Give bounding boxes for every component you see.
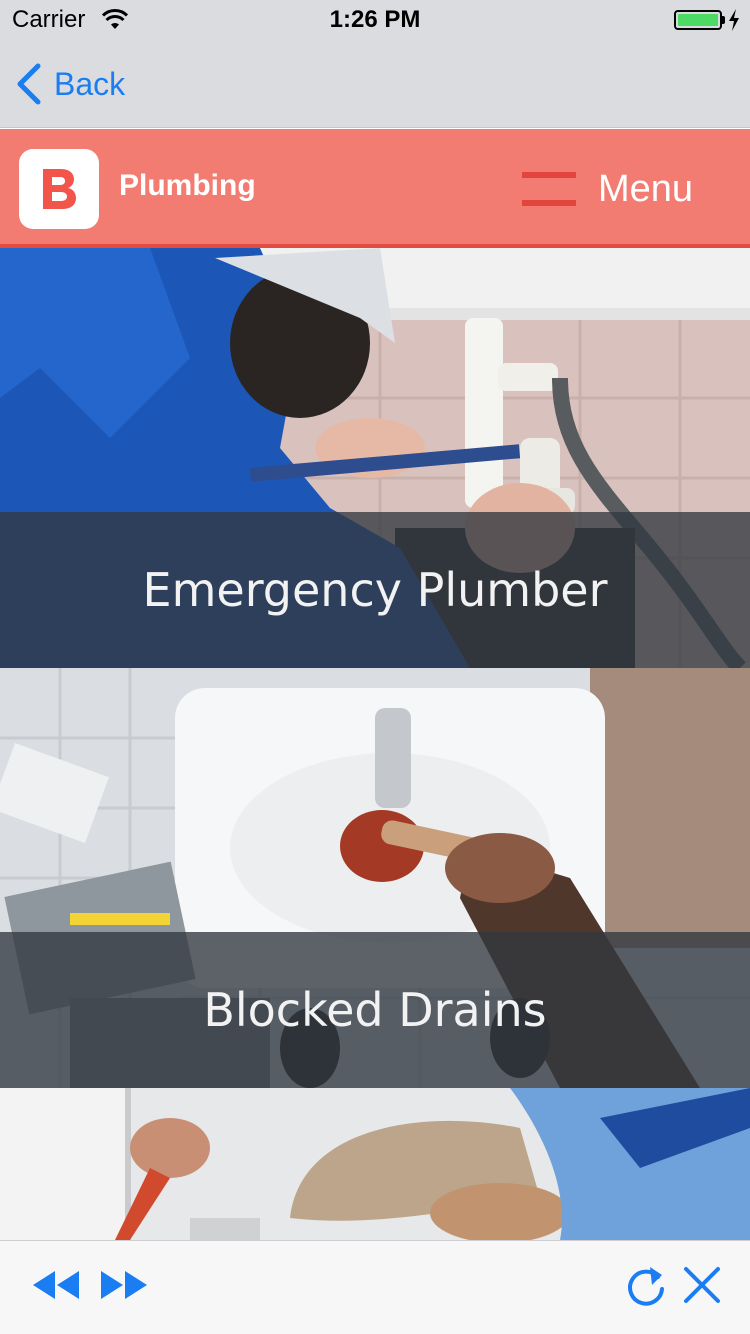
back-button[interactable]: Back xyxy=(14,60,125,108)
chevron-left-icon xyxy=(17,63,41,105)
menu-button[interactable]: Menu xyxy=(522,165,693,213)
rewind-icon xyxy=(33,1271,79,1299)
tile-caption-bar: Emergency Plumber xyxy=(0,512,750,668)
status-bar: Carrier 1:26 PM xyxy=(0,0,750,40)
back-label: Back xyxy=(54,65,126,102)
tile-label: Blocked Drains xyxy=(203,983,547,1037)
refresh-button[interactable] xyxy=(624,1261,668,1309)
site-logo[interactable] xyxy=(19,149,99,229)
fast-forward-button[interactable] xyxy=(98,1265,150,1305)
site-header: Plumbing Menu xyxy=(0,129,750,248)
service-tile-emergency-plumber[interactable]: Emergency Plumber xyxy=(0,248,750,668)
close-button[interactable] xyxy=(682,1263,722,1307)
navigation-bar: Back xyxy=(0,40,750,128)
refresh-icon xyxy=(628,1267,664,1306)
browser-toolbar xyxy=(0,1240,750,1334)
page-title: Plumbing xyxy=(119,169,256,202)
service-tile-3[interactable] xyxy=(0,1088,750,1240)
close-icon xyxy=(684,1267,720,1303)
menu-label: Menu xyxy=(598,167,694,210)
battery-icon xyxy=(674,10,722,30)
clock: 1:26 PM xyxy=(329,6,421,33)
tile-caption-bar: Blocked Drains xyxy=(0,932,750,1088)
logo-b-icon xyxy=(43,169,76,209)
tile-label: Emergency Plumber xyxy=(142,563,608,617)
service-tile-blocked-drains[interactable]: Blocked Drains xyxy=(0,668,750,1088)
rewind-button[interactable] xyxy=(30,1265,82,1305)
fast-forward-icon xyxy=(101,1271,147,1299)
charging-bolt-icon xyxy=(729,9,739,31)
battery-tip xyxy=(722,16,725,24)
plumber-under-sink-photo xyxy=(0,1088,750,1240)
hamburger-icon xyxy=(522,170,576,208)
